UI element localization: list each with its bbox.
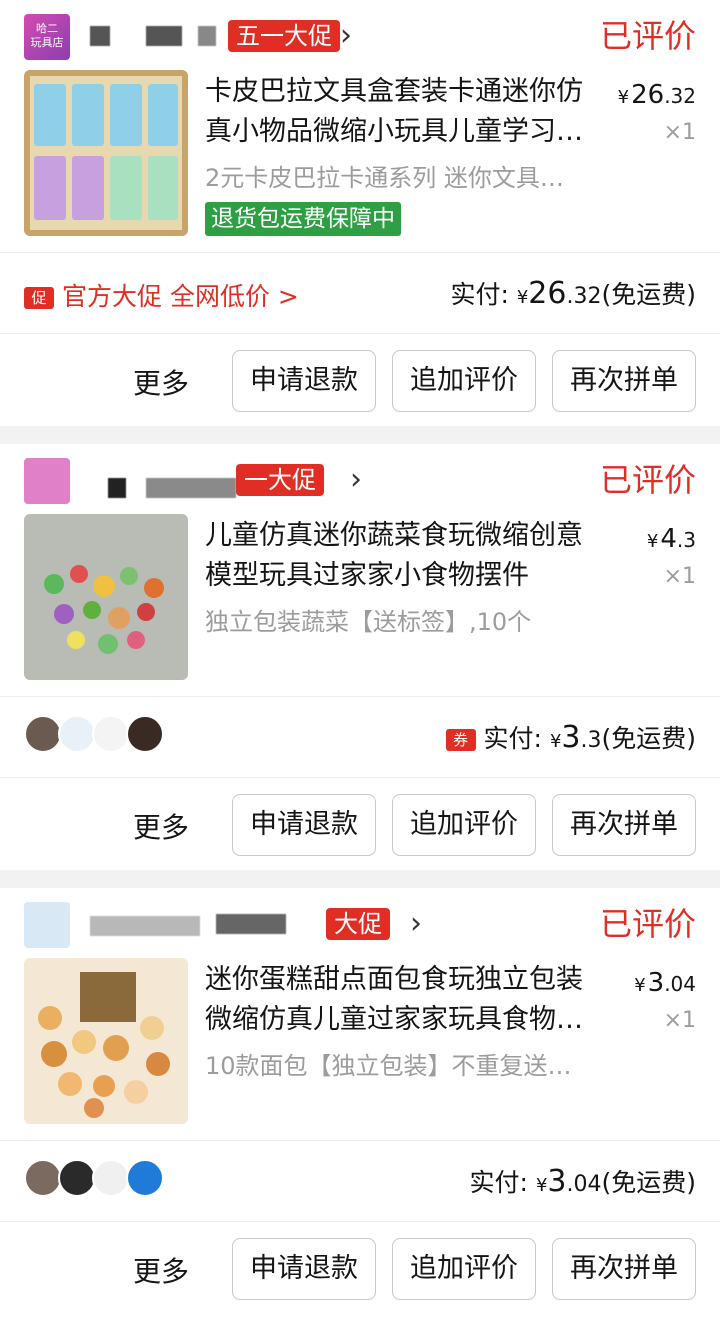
product-title[interactable]: 儿童仿真迷你蔬菜食玩微缩创意模型玩具过家家小食物摆件 xyxy=(205,516,605,596)
shop-name-blurred xyxy=(216,914,286,934)
avatar xyxy=(58,715,96,753)
product-price: ¥3.04 xyxy=(634,968,696,998)
product-spec: 10款面包【独立包装】不重复送… xyxy=(205,1052,572,1080)
product-quantity: ×1 xyxy=(663,120,696,145)
payment-row: 券实付: ¥3.3(免运费) xyxy=(0,697,720,777)
avatar xyxy=(126,1159,164,1197)
add-review-button[interactable]: 追加评价 xyxy=(392,350,536,412)
product-image[interactable] xyxy=(24,958,188,1124)
avatar xyxy=(24,715,62,753)
chevron-right-icon: › xyxy=(340,18,352,53)
product-title[interactable]: 迷你蛋糕甜点面包食玩独立包装微缩仿真儿童过家家玩具食物… xyxy=(205,960,605,1040)
order-card: 大促 › 已评价 迷你蛋糕甜点面包食玩独立包装微缩仿真儿童过家家玩具食物… ¥3… xyxy=(0,888,720,1318)
reorder-button[interactable]: 再次拼单 xyxy=(552,1238,696,1300)
shop-name-blurred xyxy=(90,26,110,46)
add-review-button[interactable]: 追加评价 xyxy=(392,794,536,856)
return-shipping-badge: 退货包运费保障中 xyxy=(205,202,401,236)
product-image[interactable] xyxy=(24,70,188,236)
product-price: ¥26.32 xyxy=(617,80,696,110)
action-row: 更多 申请退款 追加评价 再次拼单 xyxy=(0,334,720,430)
product-quantity: ×1 xyxy=(663,1008,696,1033)
coupon-icon: 券 xyxy=(445,729,476,751)
product-price: ¥4.3 xyxy=(646,524,696,554)
payment-row: 实付: ¥3.04(免运费) xyxy=(0,1141,720,1221)
shop-name-blurred xyxy=(90,916,200,936)
more-link[interactable]: 更多 xyxy=(133,362,189,402)
shop-name-blurred xyxy=(198,26,216,46)
shop-header[interactable]: 哈二 玩具店 五一大促 › 已评价 xyxy=(0,0,720,72)
avatar xyxy=(126,715,164,753)
avatar xyxy=(92,715,130,753)
promo-tag: 五一大促 xyxy=(228,20,340,52)
shop-header[interactable]: 一大促 › 已评价 xyxy=(0,444,720,516)
avatar xyxy=(24,1159,62,1197)
avatar xyxy=(58,1159,96,1197)
product-spec: 独立包装蔬菜【送标签】,10个 xyxy=(205,608,532,636)
action-row: 更多 申请退款 追加评价 再次拼单 xyxy=(0,1222,720,1318)
add-review-button[interactable]: 追加评价 xyxy=(392,1238,536,1300)
product-quantity: ×1 xyxy=(663,564,696,589)
reorder-button[interactable]: 再次拼单 xyxy=(552,350,696,412)
shop-name-blurred xyxy=(146,26,182,46)
shop-name-blurred xyxy=(108,478,126,498)
paid-amount: 券实付: ¥3.3(免运费) xyxy=(445,719,696,755)
order-card: 一大促 › 已评价 儿童仿真迷你蔬菜食玩微缩创意模型玩具过家家小食物摆件 ¥4.… xyxy=(0,444,720,870)
chevron-right-icon: › xyxy=(350,462,362,497)
more-link[interactable]: 更多 xyxy=(133,1250,189,1290)
order-status: 已评价 xyxy=(599,461,696,499)
more-link[interactable]: 更多 xyxy=(133,806,189,846)
official-promo-link[interactable]: 促官方大促 全网低价 > xyxy=(24,277,299,313)
refund-button[interactable]: 申请退款 xyxy=(232,794,376,856)
avatar xyxy=(92,1159,130,1197)
shop-header[interactable]: 大促 › 已评价 xyxy=(0,888,720,960)
action-row: 更多 申请退款 追加评价 再次拼单 xyxy=(0,778,720,874)
shop-logo xyxy=(24,902,70,948)
product-image[interactable] xyxy=(24,514,188,680)
chevron-right-icon: › xyxy=(410,906,422,941)
paid-amount: 实付: ¥3.04(免运费) xyxy=(469,1164,696,1199)
promo-icon: 促 xyxy=(24,287,54,309)
order-status: 已评价 xyxy=(599,17,696,55)
refund-button[interactable]: 申请退款 xyxy=(232,1238,376,1300)
promo-tag: 大促 xyxy=(326,908,390,940)
product-title[interactable]: 卡皮巴拉文具盒套装卡通迷你仿真小物品微缩小玩具儿童学习… xyxy=(205,72,605,152)
promo-tag: 一大促 xyxy=(236,464,324,496)
payment-row: 促官方大促 全网低价 > 实付: ¥26.32(免运费) xyxy=(0,253,720,333)
paid-amount: 实付: ¥26.32(免运费) xyxy=(450,276,696,311)
product-spec: 2元卡皮巴拉卡通系列 迷你文具… xyxy=(205,164,564,192)
shop-logo: 哈二 玩具店 xyxy=(24,14,70,60)
reorder-button[interactable]: 再次拼单 xyxy=(552,794,696,856)
order-status: 已评价 xyxy=(599,905,696,943)
shop-logo xyxy=(24,458,70,504)
order-card: 哈二 玩具店 五一大促 › 已评价 卡皮巴拉文具盒套装卡通迷你仿真小物品微缩小玩… xyxy=(0,0,720,426)
refund-button[interactable]: 申请退款 xyxy=(232,350,376,412)
shop-name-blurred xyxy=(146,478,236,498)
